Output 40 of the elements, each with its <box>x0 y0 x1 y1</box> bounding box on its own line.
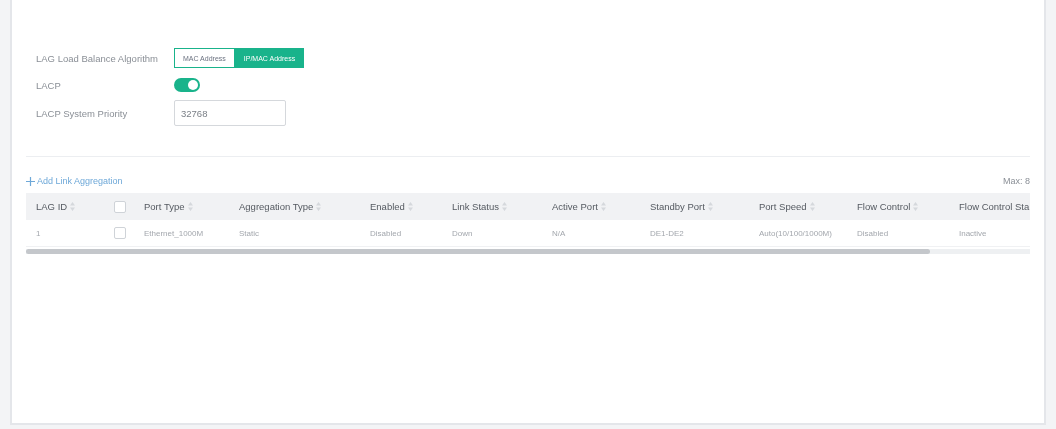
toggle-switch[interactable] <box>174 78 200 92</box>
sort-icon[interactable] <box>316 202 322 211</box>
plus-icon[interactable] <box>26 176 35 186</box>
column-header: Standby Port <box>650 201 705 212</box>
scrollbar-thumb[interactable] <box>26 249 930 254</box>
input-field[interactable]: 32768 <box>174 100 286 126</box>
table-cell: Inactive <box>949 220 1030 247</box>
table-cell: Auto(10/100/1000M) <box>749 220 847 247</box>
checkbox[interactable] <box>114 200 126 213</box>
field-label: LACP System Priority <box>36 107 129 119</box>
column-header: Port Speed <box>759 201 807 212</box>
table-cell: Down <box>442 220 542 247</box>
sort-icon[interactable] <box>70 202 76 211</box>
column-header: Active Port <box>552 201 598 212</box>
sort-icon[interactable] <box>707 202 713 211</box>
column-header: Enabled <box>370 201 405 212</box>
table-cell: Disabled <box>847 220 949 247</box>
column-header: Flow Control <box>857 201 911 212</box>
checkbox[interactable] <box>114 227 126 239</box>
field-label: LAG Load Balance Algorithm <box>36 52 159 64</box>
column-header: Flow Control Sta <box>959 201 1030 212</box>
add-link[interactable]: Add Link Aggregation <box>26 176 123 186</box>
table-cell: 1 <box>26 220 104 247</box>
column-header: Port Type <box>144 201 185 212</box>
field-label: LACP <box>36 79 62 91</box>
sort-icon[interactable] <box>187 202 193 211</box>
table-cell: N/A <box>542 220 640 247</box>
column-header: LAG ID <box>36 201 68 212</box>
table-cell: DE1-DE2 <box>640 220 749 247</box>
table-cell: Static <box>229 220 360 247</box>
column-header: Aggregation Type <box>239 201 314 212</box>
sort-icon[interactable] <box>600 202 606 211</box>
sort-icon[interactable] <box>407 202 413 211</box>
sort-icon[interactable] <box>809 202 815 211</box>
column-header: Link Status <box>452 201 499 212</box>
table-cell: Disabled <box>360 220 442 247</box>
max-count: Max: 8 <box>1003 176 1030 186</box>
table-cell: Ethernet_1000M <box>134 220 229 247</box>
sort-icon[interactable] <box>502 202 507 211</box>
sort-icon[interactable] <box>913 202 919 211</box>
